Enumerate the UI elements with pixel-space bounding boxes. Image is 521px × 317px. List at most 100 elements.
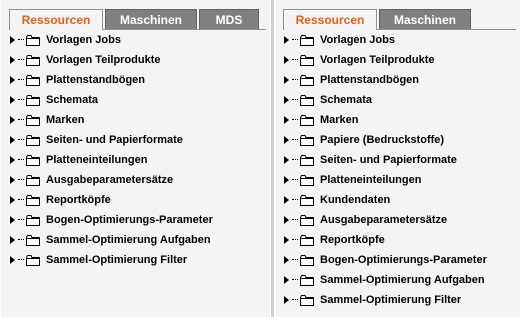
tree-item[interactable]: Reportköpfe <box>284 230 516 250</box>
folder-icon <box>300 34 314 46</box>
tab-maschinen[interactable]: Maschinen <box>105 9 197 29</box>
folder-icon <box>300 54 314 66</box>
expand-arrow-icon[interactable] <box>284 295 290 305</box>
right-tab-bar: Ressourcen Maschinen <box>283 9 473 30</box>
folder-icon <box>26 114 40 126</box>
expand-arrow-icon[interactable] <box>10 55 16 65</box>
tree-item[interactable]: Marken <box>10 110 266 130</box>
tree-connector <box>18 139 24 141</box>
tree-item[interactable]: Sammel-Optimierung Aufgaben <box>284 270 516 290</box>
tree-item[interactable]: Papiere (Bedruckstoffe) <box>284 130 516 150</box>
tree-item-label: Sammel-Optimierung Filter <box>46 254 188 266</box>
tree-item[interactable]: Sammel-Optimierung Filter <box>10 250 266 270</box>
expand-arrow-icon[interactable] <box>284 135 290 145</box>
expand-arrow-icon[interactable] <box>284 255 290 265</box>
tree-connector <box>292 159 298 161</box>
expand-arrow-icon[interactable] <box>284 35 290 45</box>
tree-item[interactable]: Kundendaten <box>284 190 516 210</box>
expand-arrow-icon[interactable] <box>10 255 16 265</box>
tree-connector <box>18 239 24 241</box>
tree-item-label: Marken <box>46 114 85 126</box>
expand-arrow-icon[interactable] <box>284 115 290 125</box>
tree-item[interactable]: Seiten- und Papierformate <box>10 130 266 150</box>
expand-arrow-icon[interactable] <box>284 75 290 85</box>
folder-icon <box>300 234 314 246</box>
tree-connector <box>18 259 24 261</box>
tree-connector <box>18 219 24 221</box>
folder-icon <box>300 174 314 186</box>
expand-arrow-icon[interactable] <box>284 95 290 105</box>
folder-icon <box>26 34 40 46</box>
tree-item[interactable]: Plattenstandbögen <box>284 70 516 90</box>
expand-arrow-icon[interactable] <box>10 175 16 185</box>
expand-arrow-icon[interactable] <box>10 35 16 45</box>
expand-arrow-icon[interactable] <box>284 175 290 185</box>
tab-ressourcen[interactable]: Ressourcen <box>9 9 103 30</box>
expand-arrow-icon[interactable] <box>284 195 290 205</box>
tree-item[interactable]: Ausgabeparametersätze <box>10 170 266 190</box>
expand-arrow-icon[interactable] <box>10 135 16 145</box>
tree-connector <box>292 219 298 221</box>
expand-arrow-icon[interactable] <box>284 155 290 165</box>
tab-maschinen[interactable]: Maschinen <box>379 9 471 29</box>
folder-icon <box>26 254 40 266</box>
expand-arrow-icon[interactable] <box>284 215 290 225</box>
folder-icon <box>300 134 314 146</box>
folder-icon <box>300 154 314 166</box>
tab-ressourcen[interactable]: Ressourcen <box>283 9 377 30</box>
tree-item[interactable]: Platteneinteilungen <box>284 170 516 190</box>
tree-item[interactable]: Sammel-Optimierung Filter <box>284 290 516 310</box>
tree-item-label: Seiten- und Papierformate <box>46 134 183 146</box>
left-tab-bar: Ressourcen Maschinen MDS <box>9 9 261 30</box>
expand-arrow-icon[interactable] <box>10 155 16 165</box>
tree-connector <box>292 139 298 141</box>
tree-item[interactable]: Bogen-Optimierungs-Parameter <box>284 250 516 270</box>
expand-arrow-icon[interactable] <box>284 235 290 245</box>
tree-item-label: Platteneinteilungen <box>320 174 422 186</box>
tree-item-label: Marken <box>320 114 359 126</box>
tree-item[interactable]: Vorlagen Teilprodukte <box>284 50 516 70</box>
tab-mds[interactable]: MDS <box>199 9 259 29</box>
tree-connector <box>292 99 298 101</box>
tree-item-label: Ausgabeparametersätze <box>320 214 448 226</box>
tree-item[interactable]: Schemata <box>10 90 266 110</box>
expand-arrow-icon[interactable] <box>284 275 290 285</box>
folder-icon <box>300 294 314 306</box>
tree-item[interactable]: Marken <box>284 110 516 130</box>
expand-arrow-icon[interactable] <box>10 75 16 85</box>
tree-item[interactable]: Schemata <box>284 90 516 110</box>
tree-item[interactable]: Vorlagen Jobs <box>10 30 266 50</box>
tree-connector <box>292 299 298 301</box>
expand-arrow-icon[interactable] <box>10 215 16 225</box>
tree-item-label: Platteneinteilungen <box>46 154 148 166</box>
tree-item[interactable]: Platteneinteilungen <box>10 150 266 170</box>
tree-connector <box>292 119 298 121</box>
tree-item-label: Reportköpfe <box>46 194 111 206</box>
folder-icon <box>300 74 314 86</box>
tree-item[interactable]: Sammel-Optimierung Aufgaben <box>10 230 266 250</box>
folder-icon <box>300 214 314 226</box>
tree-connector <box>292 259 298 261</box>
tree-connector <box>18 179 24 181</box>
expand-arrow-icon[interactable] <box>10 235 16 245</box>
tree-item[interactable]: Vorlagen Teilprodukte <box>10 50 266 70</box>
tree-connector <box>18 199 24 201</box>
tree-item[interactable]: Reportköpfe <box>10 190 266 210</box>
tree-item[interactable]: Bogen-Optimierungs-Parameter <box>10 210 266 230</box>
tree-item-label: Schemata <box>46 94 98 106</box>
tree-connector <box>18 159 24 161</box>
folder-icon <box>26 234 40 246</box>
expand-arrow-icon[interactable] <box>10 115 16 125</box>
tree-item[interactable]: Plattenstandbögen <box>10 70 266 90</box>
tree-item-label: Vorlagen Teilprodukte <box>320 54 435 66</box>
tree-connector <box>292 199 298 201</box>
expand-arrow-icon[interactable] <box>10 95 16 105</box>
expand-arrow-icon[interactable] <box>10 195 16 205</box>
folder-icon <box>26 154 40 166</box>
tree-item[interactable]: Seiten- und Papierformate <box>284 150 516 170</box>
expand-arrow-icon[interactable] <box>284 55 290 65</box>
tree-item[interactable]: Vorlagen Jobs <box>284 30 516 50</box>
tree-connector <box>18 119 24 121</box>
folder-icon <box>300 274 314 286</box>
tree-item[interactable]: Ausgabeparametersätze <box>284 210 516 230</box>
